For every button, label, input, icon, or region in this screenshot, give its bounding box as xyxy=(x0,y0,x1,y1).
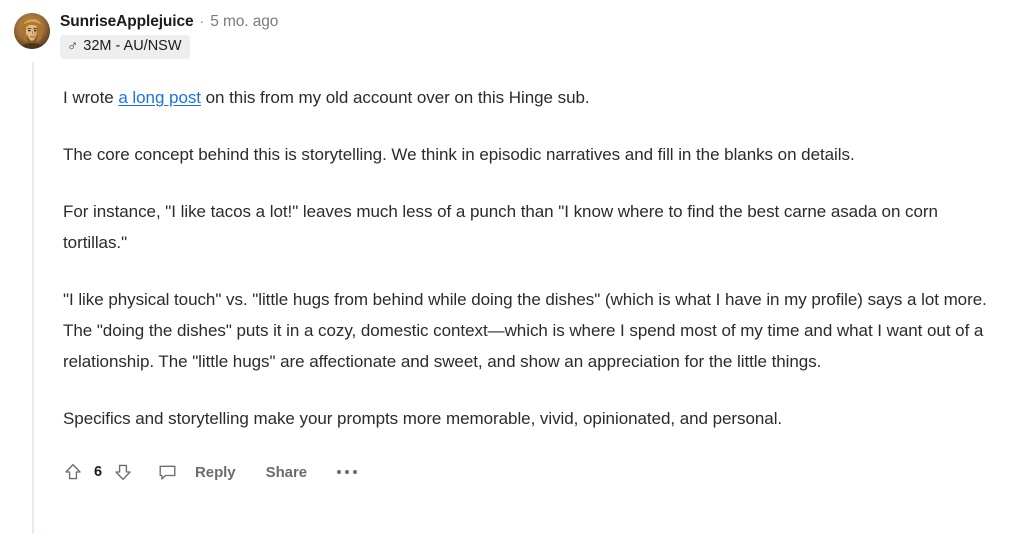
thread-collapse-line[interactable] xyxy=(32,62,34,534)
share-button[interactable]: Share xyxy=(260,460,313,485)
comment-paragraph-4: "I like physical touch" vs. "little hugs… xyxy=(63,290,987,371)
upvote-button[interactable] xyxy=(59,458,87,486)
more-options-icon xyxy=(337,470,342,474)
long-post-link[interactable]: a long post xyxy=(118,88,201,107)
comment-paragraph-1: I wrote a long post on this from my old … xyxy=(63,82,1000,113)
upvote-arrow-icon xyxy=(65,463,81,480)
reply-button[interactable]: Reply xyxy=(189,460,242,485)
vote-group: 6 xyxy=(59,458,137,486)
byline: SunriseApplejuice · 5 mo. ago xyxy=(60,13,278,30)
comment-paragraph-5: Specifics and storytelling make your pro… xyxy=(63,409,783,428)
more-options-button[interactable] xyxy=(333,464,361,480)
paragraph-1-text-after-link: on this from my old account over on this… xyxy=(200,88,590,107)
downvote-button[interactable] xyxy=(109,458,137,486)
comment-body: I wrote a long post on this from my old … xyxy=(63,82,1010,434)
comment-paragraph-3: For instance, "I like tacos a lot!" leav… xyxy=(63,202,938,252)
downvote-arrow-icon xyxy=(115,464,131,481)
more-options-icon-dot3 xyxy=(353,470,358,474)
male-symbol-icon: ♂ xyxy=(67,37,79,55)
paragraph-1-text-before-link: I wrote xyxy=(63,88,119,107)
comment-button[interactable] xyxy=(153,458,181,486)
vote-score: 6 xyxy=(93,464,103,480)
byline-separator: · xyxy=(199,13,205,29)
comment-timestamp: 5 mo. ago xyxy=(210,13,279,30)
comment-header: SunriseApplejuice · 5 mo. ago ♂ 32M - AU… xyxy=(14,12,1010,82)
comment-bubble-icon xyxy=(159,465,175,480)
author-username[interactable]: SunriseApplejuice xyxy=(60,13,194,30)
comment-action-bar: 6 Reply Share xyxy=(59,455,1010,489)
user-avatar-portrait-icon xyxy=(14,13,50,49)
more-options-icon-dot2 xyxy=(345,470,350,474)
author-flair-label: 32M - AU/NSW xyxy=(83,38,182,55)
comment-paragraph-2: The core concept behind this is storytel… xyxy=(63,145,855,164)
author-flair-badge: ♂ 32M - AU/NSW xyxy=(60,35,190,59)
comment-header-meta: SunriseApplejuice · 5 mo. ago ♂ 32M - AU… xyxy=(60,12,278,59)
avatar[interactable] xyxy=(14,13,50,49)
comment-container: SunriseApplejuice · 5 mo. ago ♂ 32M - AU… xyxy=(0,0,1024,540)
